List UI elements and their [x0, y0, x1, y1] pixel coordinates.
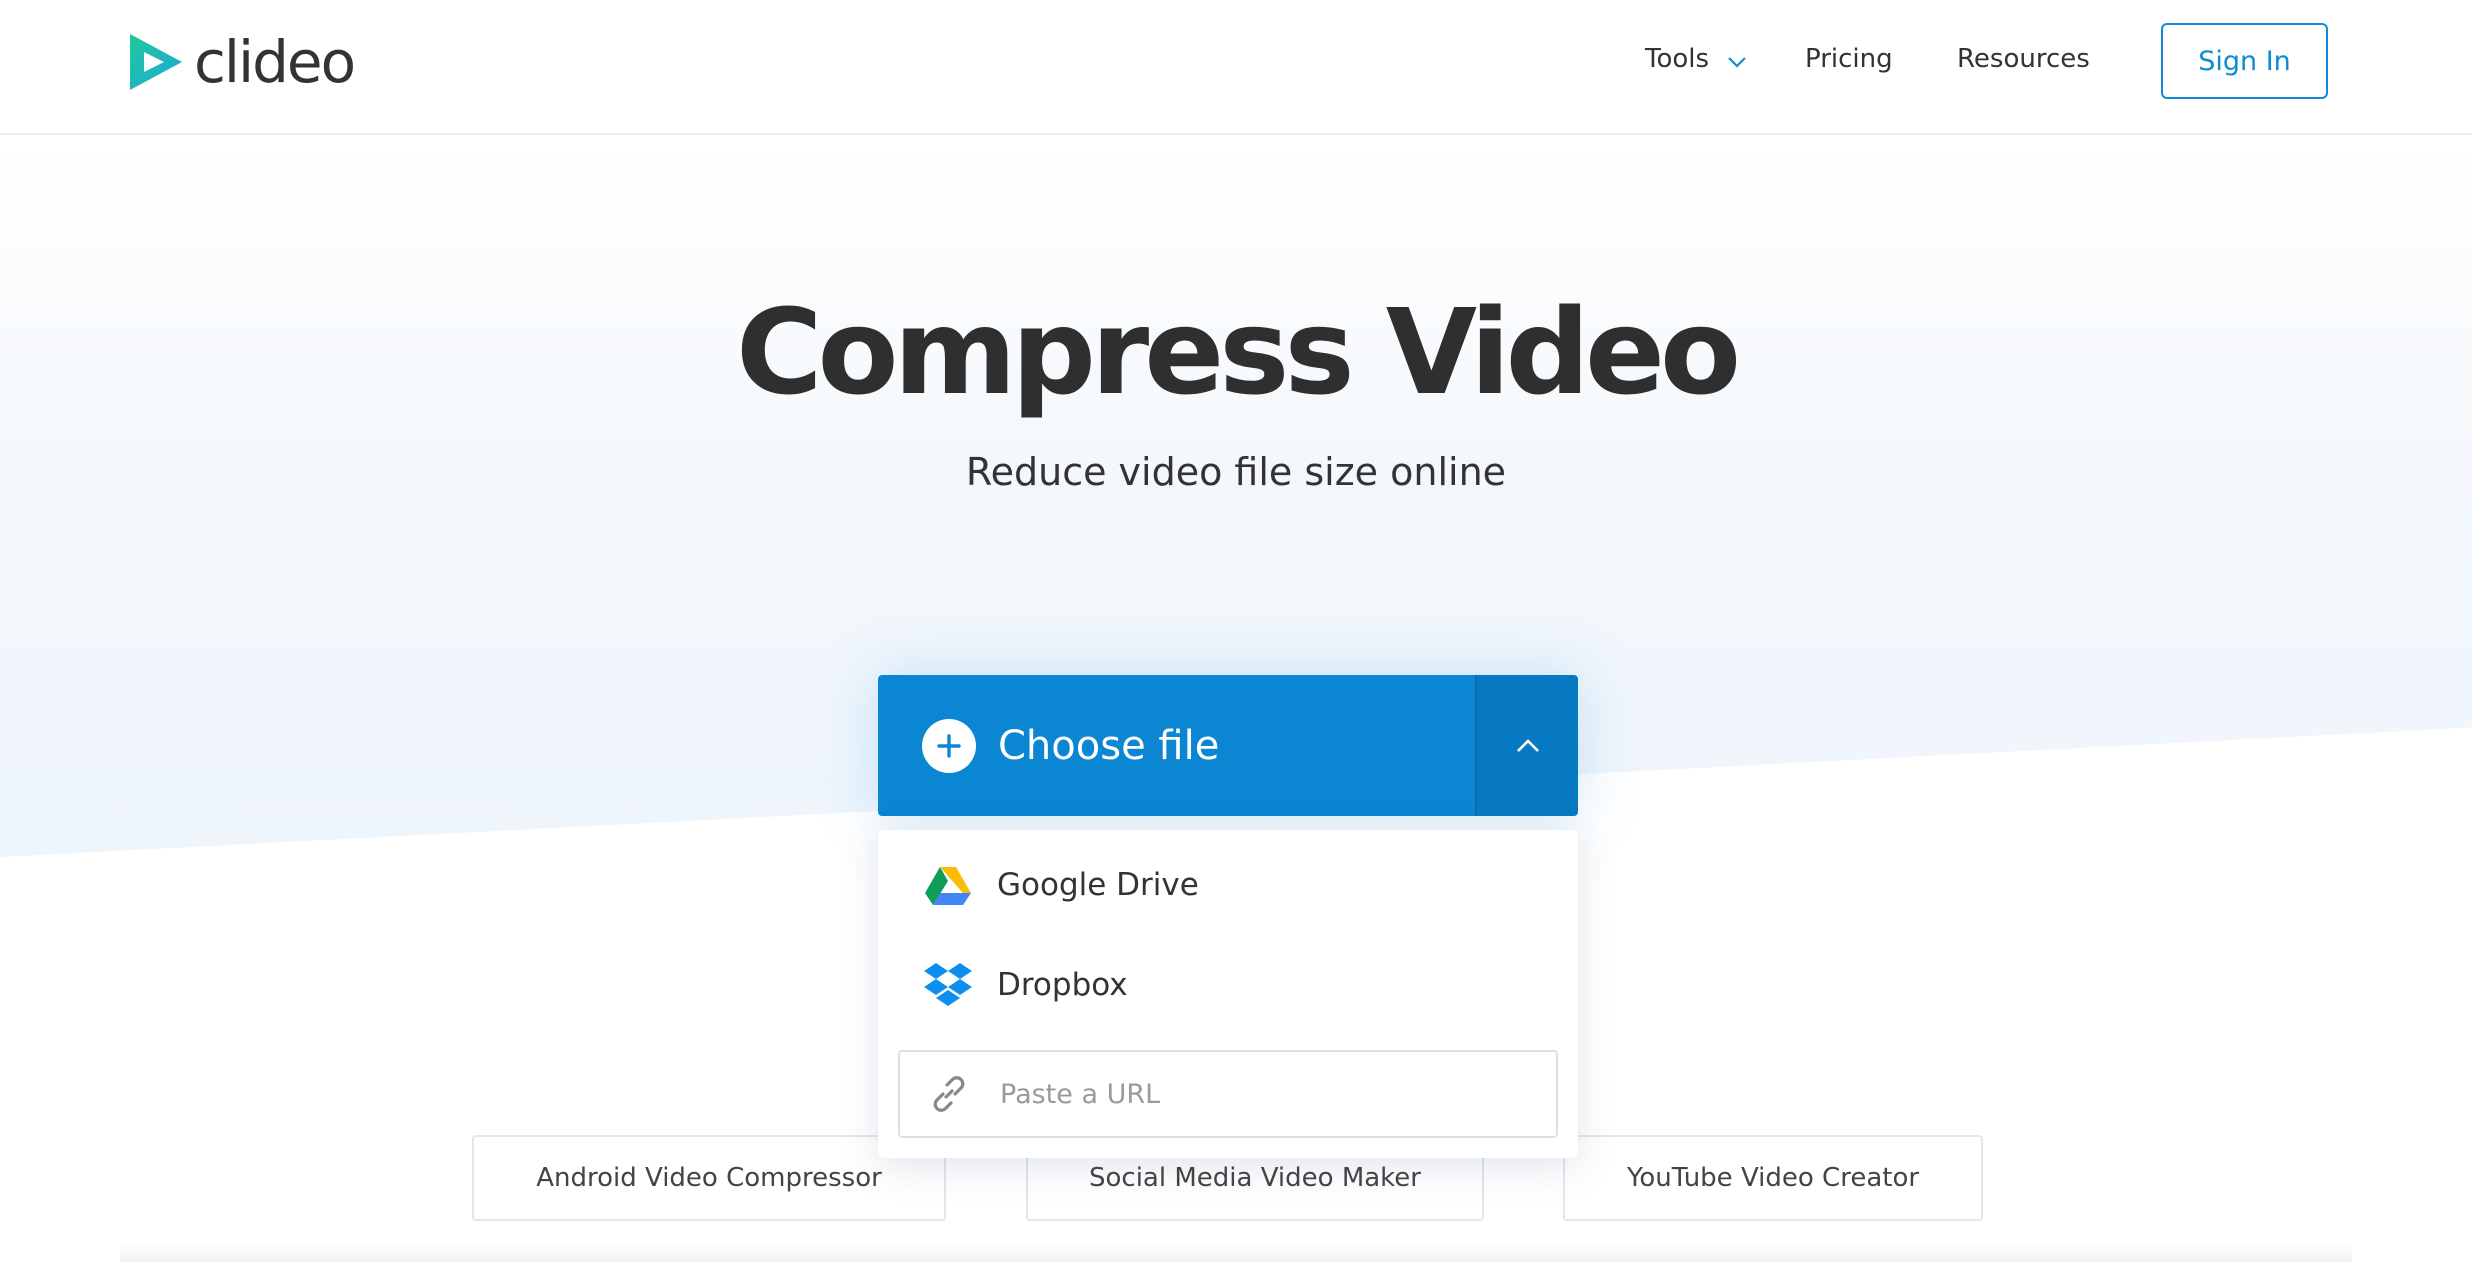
dropbox-icon	[923, 962, 973, 1008]
source-dropdown-toggle[interactable]	[1475, 675, 1578, 816]
menu-item-google-drive[interactable]: Google Drive	[878, 840, 1578, 930]
clideo-play-icon	[130, 34, 182, 90]
plus-icon	[922, 718, 976, 773]
upload-widget: Choose file	[878, 675, 1578, 816]
dropbox-label: Dropbox	[997, 967, 1128, 1003]
url-field-wrapper	[898, 1050, 1558, 1138]
related-tool-android-video-compressor[interactable]: Android Video Compressor	[472, 1135, 946, 1221]
chevron-down-icon	[1727, 45, 1747, 75]
page-subtitle: Reduce video file size online	[965, 450, 1507, 494]
google-drive-label: Google Drive	[997, 867, 1199, 903]
link-icon	[926, 1071, 972, 1117]
nav-tools-label: Tools	[1645, 44, 1710, 74]
section-divider-shadow	[120, 1240, 2352, 1262]
page-title: Compress Video	[735, 283, 1741, 421]
site-header: clideo Tools Pricing Resources Sign In	[0, 0, 2472, 135]
nav-pricing[interactable]: Pricing	[1805, 44, 1893, 74]
menu-item-dropbox[interactable]: Dropbox	[878, 940, 1578, 1030]
sign-in-button[interactable]: Sign In	[2161, 23, 2328, 99]
choose-file-button[interactable]: Choose file	[878, 675, 1475, 816]
upload-source-menu: Google Drive Dropbox	[878, 830, 1578, 1158]
choose-file-label: Choose file	[998, 722, 1220, 769]
chevron-up-icon	[1516, 738, 1539, 752]
logo-text: clideo	[194, 28, 356, 96]
nav-tools[interactable]: Tools	[1645, 44, 1747, 75]
google-drive-icon	[923, 862, 973, 908]
url-input[interactable]	[1000, 1078, 1520, 1110]
logo[interactable]: clideo	[126, 28, 356, 96]
related-tool-youtube-video-creator[interactable]: YouTube Video Creator	[1563, 1135, 1983, 1221]
nav-resources[interactable]: Resources	[1957, 44, 2090, 74]
